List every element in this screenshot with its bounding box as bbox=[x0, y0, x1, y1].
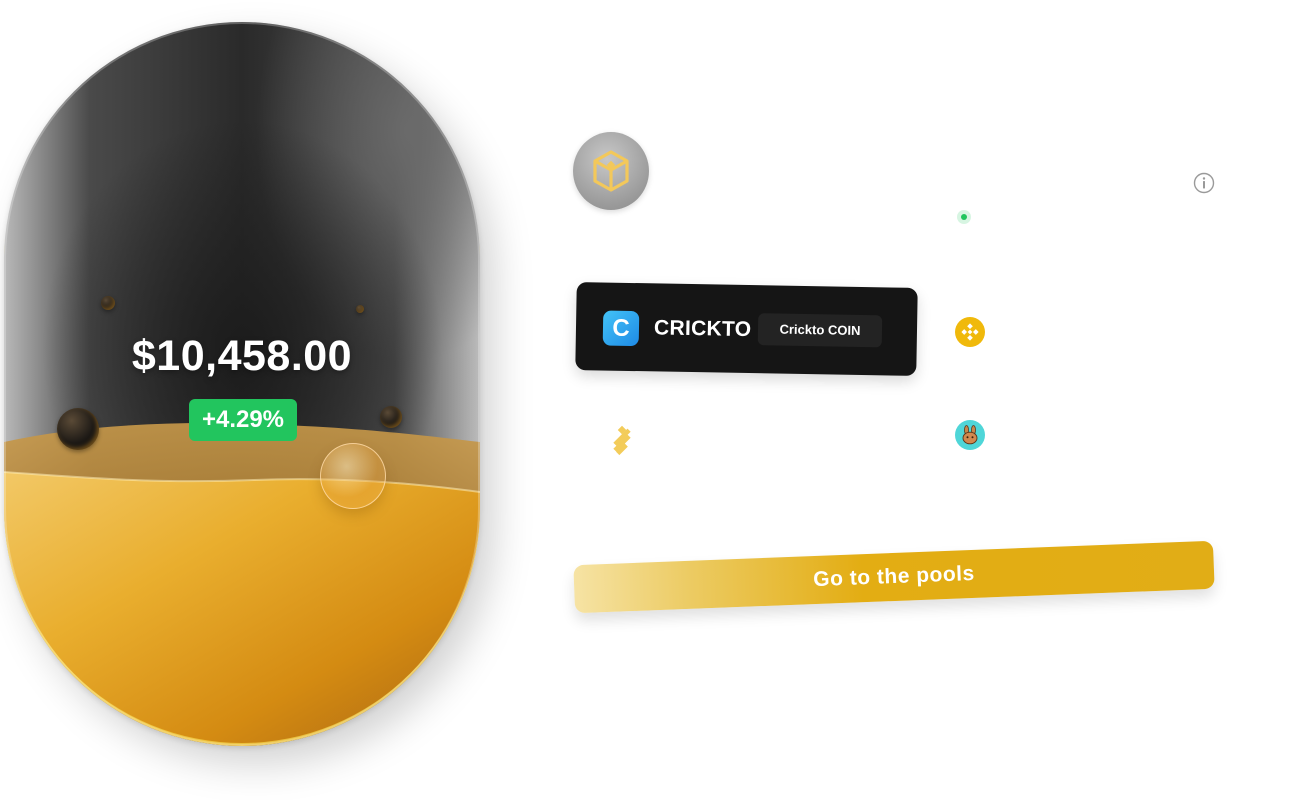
bubble bbox=[320, 443, 386, 509]
bubble bbox=[101, 296, 115, 310]
stage: $10,458.00 +4.29% C CRICKTO Crickto COIN bbox=[0, 0, 1311, 800]
capsule-body: $10,458.00 +4.29% bbox=[4, 22, 480, 746]
liquid-fill bbox=[4, 423, 480, 746]
bubble bbox=[356, 305, 364, 313]
bnb-diamond-glyph bbox=[961, 323, 979, 341]
token-tag: Crickto COIN bbox=[757, 313, 883, 348]
online-status-dot-icon bbox=[957, 210, 971, 224]
go-to-pools-button[interactable]: Go to the pools bbox=[573, 540, 1215, 614]
pancakeswap-cake-icon bbox=[955, 420, 985, 450]
token-name: CRICKTO bbox=[653, 316, 752, 342]
bubble bbox=[380, 406, 402, 428]
bnb-coin-icon bbox=[955, 317, 985, 347]
crickto-logo-icon: C bbox=[602, 310, 640, 347]
token-card[interactable]: C CRICKTO Crickto COIN bbox=[575, 282, 918, 376]
change-badge: +4.29% bbox=[189, 399, 297, 441]
wallet-capsule: $10,458.00 +4.29% bbox=[4, 22, 480, 746]
bnb-cube-glyph bbox=[593, 150, 629, 192]
bnb-cube-logo-icon bbox=[573, 132, 649, 210]
bunny-glyph bbox=[962, 425, 978, 445]
info-icon[interactable] bbox=[1193, 172, 1215, 194]
bubble bbox=[57, 408, 99, 450]
busd-stablecoin-icon bbox=[613, 425, 631, 456]
wallet-balance: $10,458.00 bbox=[131, 332, 353, 380]
